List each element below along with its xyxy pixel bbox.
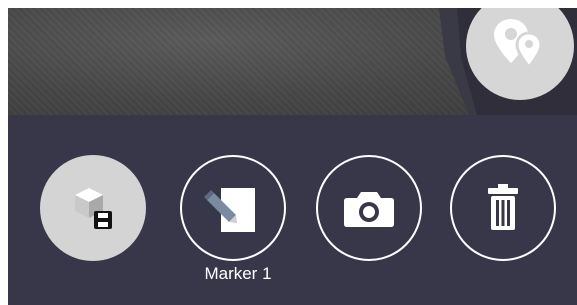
map-pins-icon <box>494 19 543 70</box>
camera-icon <box>344 192 394 227</box>
trash-icon <box>488 184 518 230</box>
app-frame: Marker 1 <box>8 8 577 305</box>
save-model-button[interactable] <box>40 155 146 261</box>
edit-marker-button[interactable] <box>180 155 286 261</box>
edit-note-icon <box>204 188 255 232</box>
camera-button[interactable] <box>316 155 422 261</box>
camera-viewport[interactable] <box>8 8 577 115</box>
delete-button[interactable] <box>450 155 556 261</box>
marker-name-label: Marker 1 <box>204 264 272 283</box>
bottom-toolbar: Marker 1 <box>8 115 577 305</box>
save-3d-model-icon <box>75 188 112 229</box>
